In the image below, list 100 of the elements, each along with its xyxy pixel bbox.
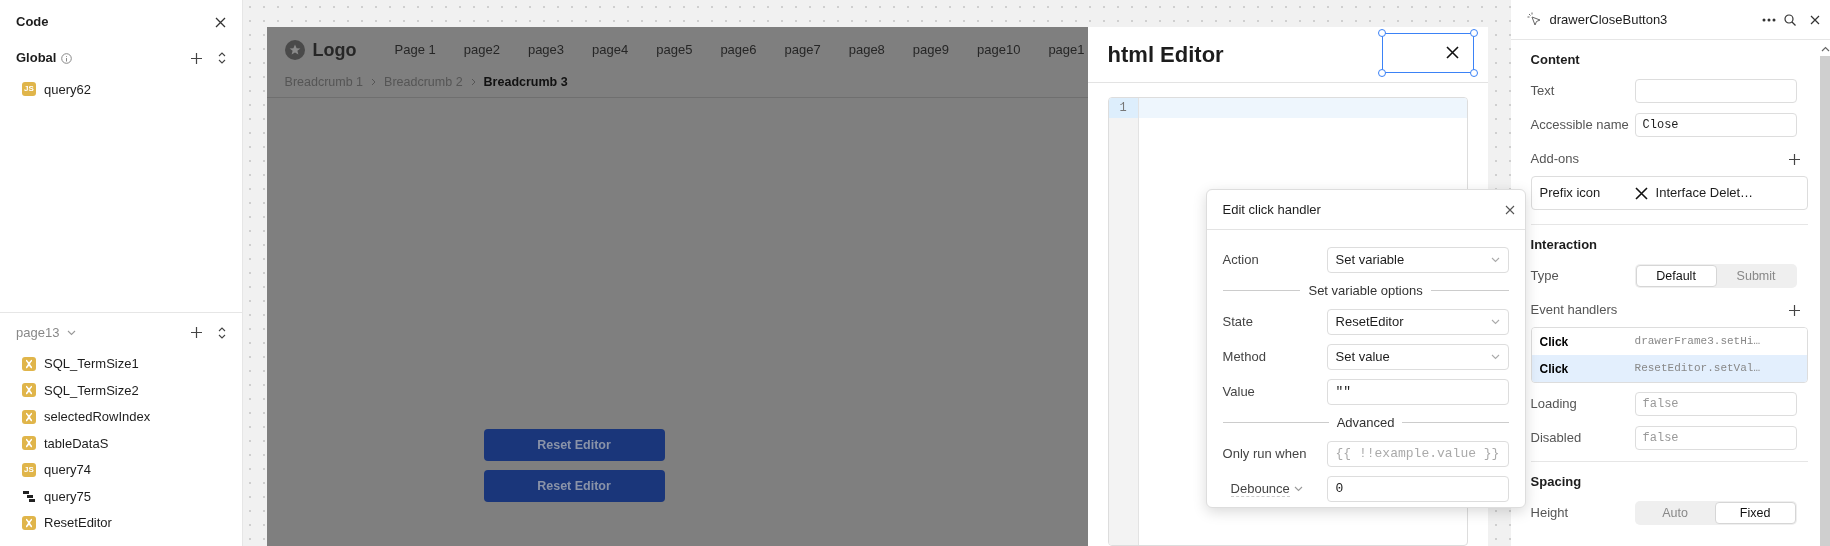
nav-link[interactable]: page3 — [527, 40, 565, 60]
query-name[interactable]: query62 — [44, 79, 91, 99]
query-name[interactable]: selectedRowIndex — [44, 407, 151, 427]
field-label: Accessible name — [1530, 116, 1630, 135]
code-input-field[interactable]: "" — [1326, 378, 1509, 405]
add-icon[interactable] — [1789, 305, 1800, 317]
reset-editor-button[interactable]: Reset Editor — [483, 429, 665, 461]
field-label: Action — [1222, 250, 1260, 269]
chevron-down-icon — [1490, 353, 1500, 360]
nav-link[interactable]: page8 — [848, 40, 885, 60]
field-label: Text — [1530, 82, 1556, 101]
chevron-down-icon — [1490, 318, 1500, 325]
expand-collapse-icon[interactable] — [217, 326, 226, 339]
code-input-field[interactable]: 0 — [1326, 475, 1509, 502]
workflow-icon — [22, 489, 36, 504]
input-field[interactable] — [1634, 79, 1797, 103]
field-label: Type — [1530, 267, 1560, 286]
resize-handle[interactable] — [1469, 28, 1478, 37]
line-number: 1 — [1108, 98, 1138, 118]
section-title: Interaction — [1530, 236, 1599, 255]
query-name[interactable]: ResetEditor — [44, 513, 112, 533]
chevron-down-icon — [1293, 485, 1303, 492]
variable-icon — [22, 409, 36, 424]
logo-text: Logo — [312, 38, 357, 62]
resize-handle[interactable] — [1377, 68, 1386, 77]
reset-editor-button[interactable]: Reset Editor — [483, 470, 665, 502]
resize-handle[interactable] — [1377, 28, 1386, 37]
field-label: Method — [1222, 347, 1267, 366]
variable-icon — [22, 515, 36, 530]
nav-link[interactable]: page5 — [656, 40, 693, 60]
field-label: Add-ons — [1530, 150, 1580, 169]
field-label: Height — [1530, 504, 1570, 523]
drawer-title: html Editor — [1107, 41, 1224, 69]
close-icon[interactable] — [1504, 204, 1515, 215]
chevron-right-icon — [371, 78, 377, 87]
x-icon[interactable] — [1634, 186, 1648, 200]
chevron-down-icon — [67, 329, 77, 336]
close-icon[interactable] — [1445, 46, 1459, 59]
event-handler-row[interactable]: Click ResetEditor.setVal… — [1531, 355, 1807, 382]
nav-link[interactable]: page1 — [1048, 40, 1085, 60]
select-field[interactable]: Set variable — [1326, 246, 1509, 273]
search-icon[interactable] — [1784, 13, 1796, 26]
add-icon[interactable] — [190, 327, 202, 338]
query-name[interactable]: query75 — [44, 486, 91, 506]
cursor-click-icon — [1526, 12, 1542, 27]
add-icon[interactable] — [1789, 154, 1800, 166]
js-icon: JS — [22, 82, 36, 97]
nav-link[interactable]: page9 — [912, 40, 949, 60]
section-title: Global — [16, 49, 57, 68]
query-name[interactable]: tableDataS — [44, 433, 109, 453]
add-icon[interactable] — [190, 52, 202, 64]
query-name[interactable]: SQL_TermSize1 — [44, 354, 139, 374]
icon-name: Interface Delet… — [1655, 184, 1754, 203]
segment-option[interactable]: Default — [1635, 265, 1717, 287]
segment-option[interactable]: Auto — [1635, 502, 1715, 524]
field-label: Prefix icon — [1539, 184, 1602, 203]
resize-handle[interactable] — [1469, 68, 1478, 77]
input-field[interactable]: false — [1634, 392, 1797, 416]
input-field[interactable]: Close — [1634, 113, 1797, 137]
field-label: Value — [1222, 382, 1256, 401]
chevron-down-icon — [1490, 256, 1500, 263]
component-name: drawerCloseButton3 — [1549, 10, 1669, 29]
nav-link[interactable]: page4 — [592, 40, 629, 60]
breadcrumb-link[interactable]: Breadcrumb 3 — [483, 73, 568, 92]
query-name[interactable]: SQL_TermSize2 — [44, 380, 139, 400]
field-label: Disabled — [1530, 429, 1583, 448]
input-field[interactable]: false — [1634, 426, 1797, 450]
query-name[interactable]: query74 — [44, 460, 91, 480]
field-label: Event handlers — [1530, 301, 1619, 320]
nav-link[interactable]: Page 1 — [394, 40, 436, 60]
variable-icon — [22, 356, 36, 371]
nav-link[interactable]: page7 — [784, 40, 821, 60]
popup-title: Edit click handler — [1222, 200, 1321, 219]
nav-link[interactable]: page2 — [463, 40, 500, 60]
segment-option[interactable]: Submit — [1716, 265, 1796, 287]
field-label: Loading — [1530, 395, 1578, 414]
segment-option[interactable]: Fixed — [1714, 502, 1796, 524]
field-label: Only run when — [1222, 444, 1308, 463]
chevron-right-icon — [470, 78, 476, 87]
js-icon: JS — [22, 462, 36, 477]
variable-icon — [22, 436, 36, 451]
debounce-dropdown[interactable]: Debounce — [1222, 480, 1327, 497]
close-icon[interactable] — [1810, 14, 1820, 25]
code-input-field[interactable]: {{ !!example.value }} — [1326, 440, 1509, 467]
section-title: Content — [1530, 51, 1581, 70]
field-label: State — [1222, 312, 1254, 331]
select-field[interactable]: ResetEditor — [1326, 308, 1509, 335]
page-selector[interactable]: page13 — [16, 325, 77, 340]
info-icon — [61, 52, 73, 64]
chevron-up-icon — [1820, 46, 1830, 52]
select-field[interactable]: Set value — [1326, 343, 1509, 370]
nav-link[interactable]: page10 — [977, 40, 1021, 60]
variable-icon — [22, 383, 36, 398]
more-icon[interactable] — [1762, 17, 1776, 22]
panel-title: Code — [16, 13, 49, 32]
nav-link[interactable]: page6 — [720, 40, 757, 60]
expand-collapse-icon[interactable] — [217, 52, 226, 64]
section-label: Advanced — [1336, 413, 1395, 432]
close-icon[interactable] — [214, 16, 226, 28]
section-label: Set variable options — [1308, 281, 1423, 300]
